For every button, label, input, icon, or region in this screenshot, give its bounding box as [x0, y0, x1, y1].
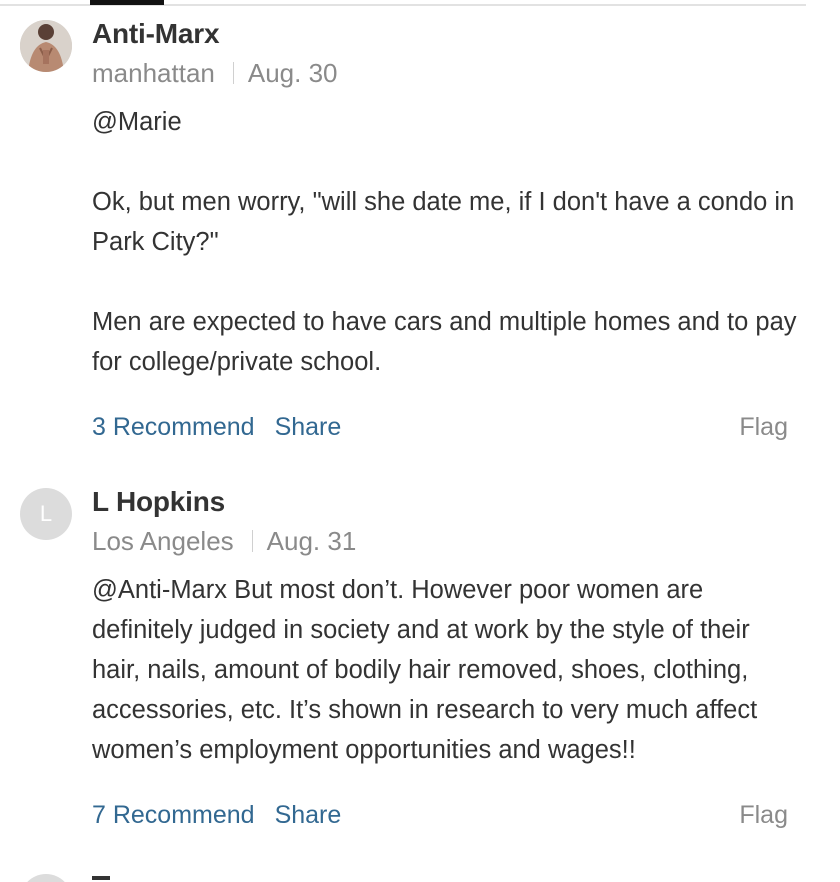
- comment-date: Aug. 31: [266, 526, 357, 556]
- comment-body: @Anti-Marx But most don’t. However poor …: [92, 570, 804, 770]
- avatar[interactable]: [20, 874, 72, 882]
- active-tab-indicator: [90, 0, 164, 5]
- comment-author[interactable]: Anti-Marx: [92, 18, 220, 50]
- comment-paragraph: Men are expected to have cars and multip…: [92, 308, 804, 376]
- comment-paragraph: @Anti-Marx But most don’t. However poor …: [92, 576, 765, 764]
- comment-author-cut-off: [92, 874, 136, 880]
- avatar[interactable]: L: [20, 488, 72, 540]
- comment-date: Aug. 30: [247, 58, 338, 88]
- recommend-button[interactable]: 3 Recommend: [92, 413, 255, 441]
- comment-location: Los Angeles: [92, 526, 234, 556]
- meta-separator: [232, 62, 234, 84]
- share-button[interactable]: Share: [275, 413, 342, 441]
- comment-location: manhattan: [92, 58, 215, 88]
- comment-actions: 3 Recommend Share Flag: [92, 413, 788, 442]
- comment-meta: manhattan Aug. 30: [92, 58, 338, 89]
- comment-paragraph: @Marie: [92, 108, 182, 136]
- comment-meta: Los Angeles Aug. 31: [92, 526, 356, 557]
- comment-actions: 7 Recommend Share Flag: [92, 801, 788, 830]
- user-photo-icon: [20, 20, 72, 72]
- comment-body: @Marie Ok, but men worry, "will she date…: [92, 102, 804, 382]
- meta-separator: [251, 530, 253, 552]
- flag-button[interactable]: Flag: [739, 801, 788, 830]
- comment-paragraph: Ok, but men worry, "will she date me, if…: [92, 188, 802, 256]
- comments-panel: Anti-Marx manhattan Aug. 30 @Marie Ok, bu…: [0, 0, 840, 882]
- recommend-button[interactable]: 7 Recommend: [92, 801, 255, 829]
- share-button[interactable]: Share: [275, 801, 342, 829]
- comment-author[interactable]: L Hopkins: [92, 486, 225, 518]
- flag-button[interactable]: Flag: [739, 413, 788, 442]
- avatar[interactable]: [20, 20, 72, 72]
